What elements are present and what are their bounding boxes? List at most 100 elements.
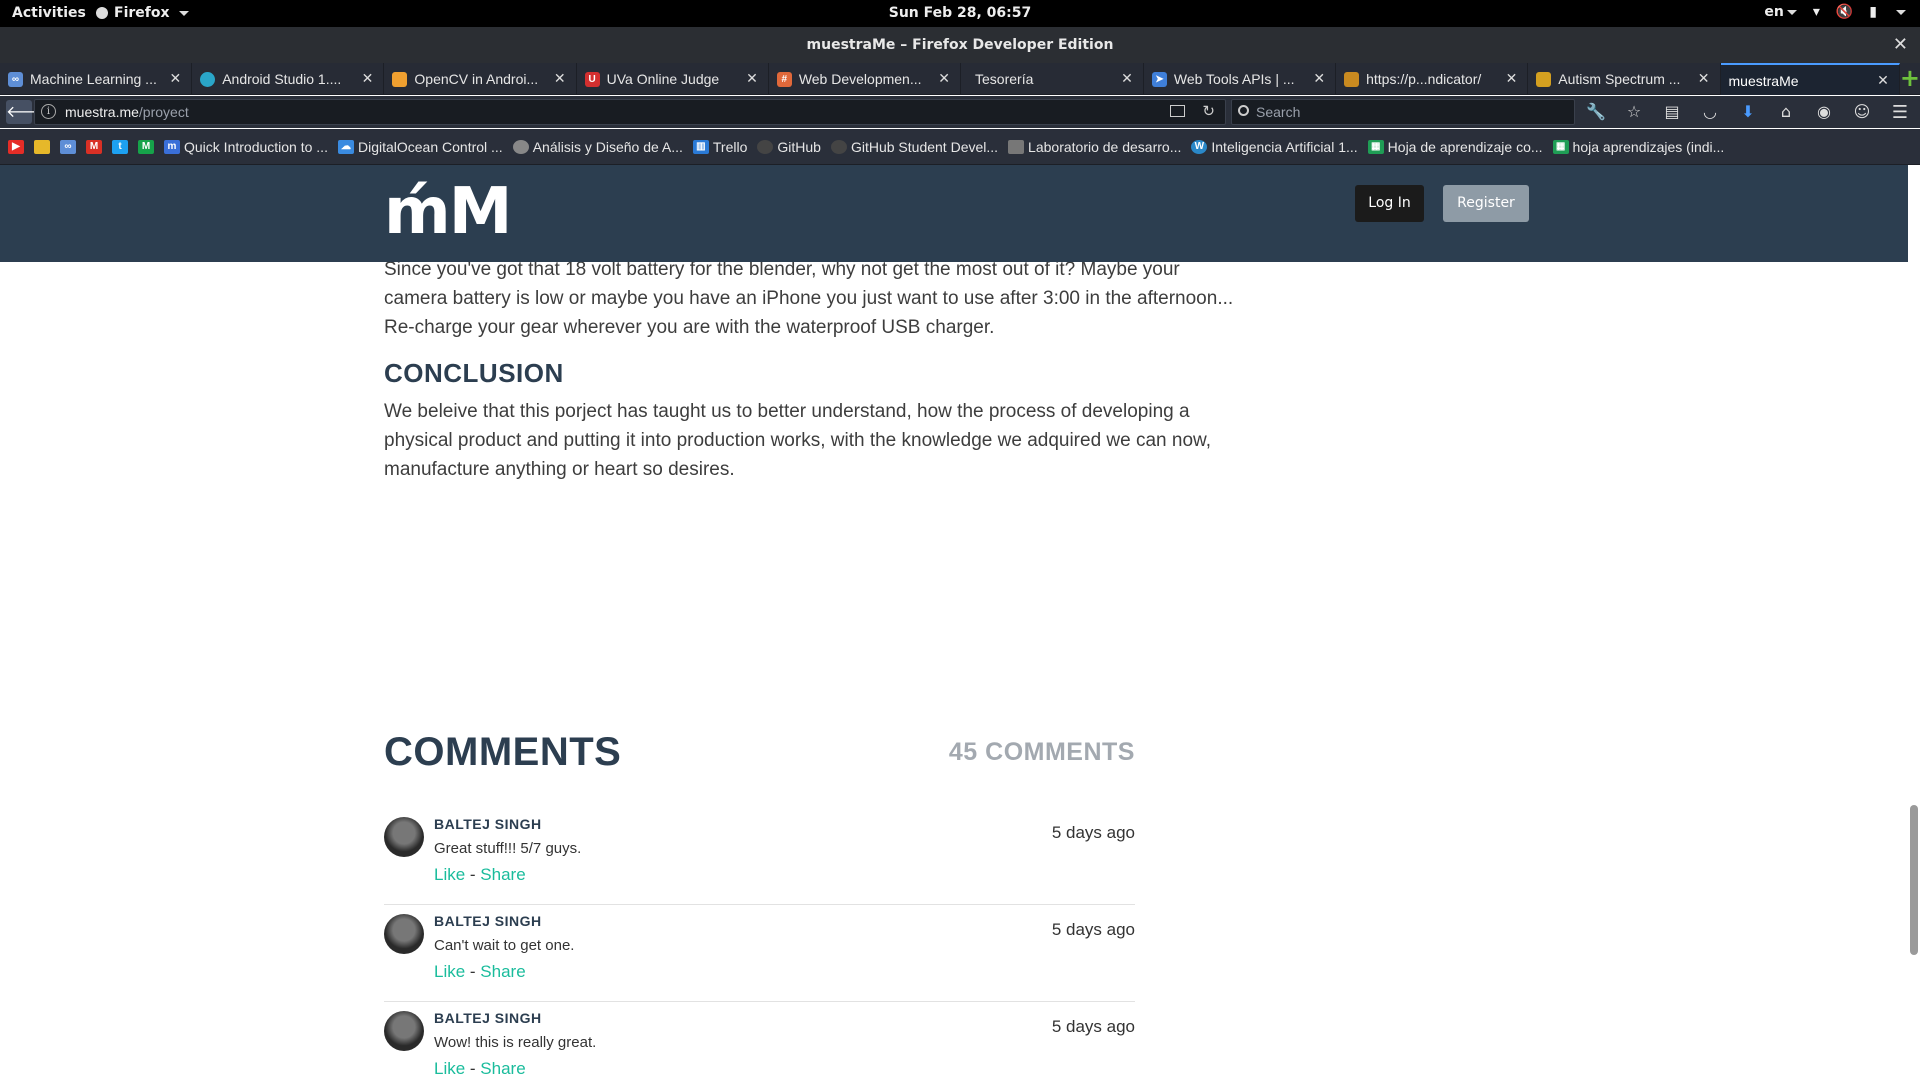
clipboard-icon[interactable]: ▤ xyxy=(1662,102,1682,121)
tab-close-icon[interactable]: ✕ xyxy=(169,70,181,87)
shield-icon[interactable] xyxy=(34,139,50,154)
page-icon xyxy=(1536,72,1552,87)
search-input[interactable]: Search xyxy=(1231,99,1575,125)
info-icon[interactable]: i xyxy=(41,104,56,119)
comment-actions: Like - Share xyxy=(434,1059,526,1079)
link-icon[interactable]: ∞ xyxy=(60,139,76,154)
tab-close-icon[interactable]: ✕ xyxy=(1698,70,1710,87)
tab-machine-learning[interactable]: ∞ Machine Learning ... ✕ xyxy=(0,63,193,95)
app-menu[interactable]: Firefox xyxy=(96,5,189,21)
medium-icon[interactable]: M xyxy=(138,139,154,154)
tab-close-icon[interactable]: ✕ xyxy=(1121,70,1133,87)
globe-icon xyxy=(512,139,529,154)
comment-text: Can't wait to get one. xyxy=(434,937,575,954)
bookmark-label: hoja aprendizajes (indi... xyxy=(1572,138,1725,155)
sync-icon[interactable]: ◉ xyxy=(1814,102,1834,121)
twitter-icon[interactable]: t xyxy=(112,139,128,154)
pocket-icon[interactable]: ◡ xyxy=(1700,102,1720,121)
search-placeholder: Search xyxy=(1256,104,1301,120)
star-icon[interactable]: ☆ xyxy=(1624,102,1644,121)
tab-android-studio[interactable]: Android Studio 1.... ✕ xyxy=(192,63,385,95)
download-icon[interactable]: ⬇ xyxy=(1738,102,1758,121)
tab-close-icon[interactable]: ✕ xyxy=(362,70,374,87)
clock[interactable]: Sun Feb 28, 06:57 xyxy=(889,5,1032,21)
bookmark-item[interactable]: ☁ DigitalOcean Control ... xyxy=(337,139,503,155)
tab-close-icon[interactable]: ✕ xyxy=(1877,72,1889,89)
app-menu-label: Firefox xyxy=(114,5,170,21)
tab-uva-online-judge[interactable]: U UVa Online Judge ✕ xyxy=(577,63,769,95)
tab-close-icon[interactable]: ✕ xyxy=(1313,70,1325,87)
avatar[interactable] xyxy=(384,914,424,954)
github-icon xyxy=(830,139,847,154)
page-scrollbar[interactable] xyxy=(1910,805,1918,955)
tab-label: Web Tools APIs | ... xyxy=(1173,71,1295,87)
slack-icon: # xyxy=(776,72,792,87)
comment-author[interactable]: BALTEJ SINGH xyxy=(434,816,542,832)
bookmark-item[interactable]: W Inteligencia Artificial 1... xyxy=(1191,139,1358,155)
bookmarks-toolbar: ▶ ∞ M t M m Quick Introduction to ... ☁ Di… xyxy=(0,129,1920,165)
tab-web-tools-apis[interactable]: ➤ Web Tools APIs | ... ✕ xyxy=(1144,63,1337,95)
home-icon[interactable]: ⌂ xyxy=(1776,102,1796,121)
system-tray[interactable]: en ▾ 🔇 ▮ xyxy=(1764,4,1906,20)
page-viewport: Since you've got that 18 volt battery fo… xyxy=(0,165,1920,1080)
new-tab-button[interactable]: + xyxy=(1900,63,1920,95)
tab-close-icon[interactable]: ✕ xyxy=(746,70,758,87)
tab-indicator[interactable]: https://p...ndicator/ ✕ xyxy=(1336,63,1529,95)
chat-icon[interactable]: ☺ xyxy=(1852,102,1872,121)
bookmark-item[interactable]: Laboratorio de desarro... xyxy=(1008,139,1181,155)
share-link[interactable]: Share xyxy=(480,865,525,884)
window-title: muestraMe – Firefox Developer Edition xyxy=(806,37,1114,53)
navigation-toolbar: 🡐 i muestra.me/proyect ↻ Search 🔧 ☆ ▤ ◡ … xyxy=(0,96,1920,128)
tab-close-icon[interactable]: ✕ xyxy=(938,70,950,87)
tab-tesoreria[interactable]: Tesorería ✕ xyxy=(961,63,1144,95)
comment-author[interactable]: BALTEJ SINGH xyxy=(434,1010,542,1026)
wrench-icon[interactable]: 🔧 xyxy=(1586,102,1606,121)
bookmark-item[interactable]: GitHub xyxy=(757,139,821,155)
language-label: en xyxy=(1764,4,1784,20)
bookmark-item[interactable]: m Quick Introduction to ... xyxy=(164,139,328,155)
tab-opencv[interactable]: OpenCV in Androi... ✕ xyxy=(384,63,577,95)
avatar[interactable] xyxy=(384,817,424,857)
m-icon: m xyxy=(164,139,180,154)
share-link[interactable]: Share xyxy=(480,962,525,981)
tab-label: muestraMe xyxy=(1728,73,1799,89)
window-close-button[interactable]: ✕ xyxy=(1893,34,1908,55)
like-link[interactable]: Like xyxy=(434,962,465,981)
tab-close-icon[interactable]: ✕ xyxy=(1506,70,1518,87)
like-link[interactable]: Like xyxy=(434,1059,465,1078)
share-link[interactable]: Share xyxy=(480,1059,525,1078)
tab-web-development[interactable]: # Web Developmen... ✕ xyxy=(769,63,962,95)
comment-time: 5 days ago xyxy=(1051,1017,1135,1036)
tab-autism-spectrum[interactable]: Autism Spectrum ... ✕ xyxy=(1528,63,1721,95)
register-button[interactable]: Register xyxy=(1443,185,1529,222)
reload-icon[interactable]: ↻ xyxy=(1202,102,1215,120)
back-button[interactable]: 🡐 xyxy=(6,100,49,124)
bookmark-item[interactable]: ▥ Trello xyxy=(692,139,747,155)
github-icon xyxy=(757,139,774,154)
bookmark-item[interactable]: ▦ Hoja de aprendizaje co... xyxy=(1367,139,1543,155)
article-paragraph: Since you've got that 18 volt battery fo… xyxy=(384,259,1234,338)
menu-icon[interactable]: ☰ xyxy=(1892,102,1908,123)
like-link[interactable]: Like xyxy=(434,865,465,884)
article-paragraph: We beleive that this porject has taught … xyxy=(384,401,1211,480)
tab-label: Web Developmen... xyxy=(798,71,922,87)
bookmark-item[interactable]: GitHub Student Devel... xyxy=(830,139,998,155)
conclusion-heading: CONCLUSION xyxy=(384,358,564,388)
avatar[interactable] xyxy=(384,1011,424,1051)
gmail-icon[interactable]: M xyxy=(86,139,102,154)
chevron-down-icon xyxy=(1786,9,1797,15)
tab-muestrame[interactable]: muestraMe ✕ xyxy=(1720,63,1900,95)
bookmark-item[interactable]: ▦ hoja aprendizajes (indi... xyxy=(1552,138,1725,155)
comment-author[interactable]: BALTEJ SINGH xyxy=(434,913,542,929)
reader-view-icon[interactable] xyxy=(1170,105,1185,117)
url-path: /proyect xyxy=(138,104,189,120)
bookmark-item[interactable]: Análisis y Diseño de A... xyxy=(512,139,683,155)
url-bar[interactable]: i muestra.me/proyect ↻ xyxy=(34,99,1226,125)
youtube-icon[interactable]: ▶ xyxy=(8,139,24,154)
tab-close-icon[interactable]: ✕ xyxy=(554,70,566,87)
language-indicator[interactable]: en xyxy=(1764,4,1797,20)
spreadsheet-icon: ▦ xyxy=(1367,139,1384,154)
login-button[interactable]: Log In xyxy=(1355,185,1424,222)
activities-button[interactable]: Activities xyxy=(12,5,86,21)
site-logo[interactable]: ḿM xyxy=(384,175,512,249)
